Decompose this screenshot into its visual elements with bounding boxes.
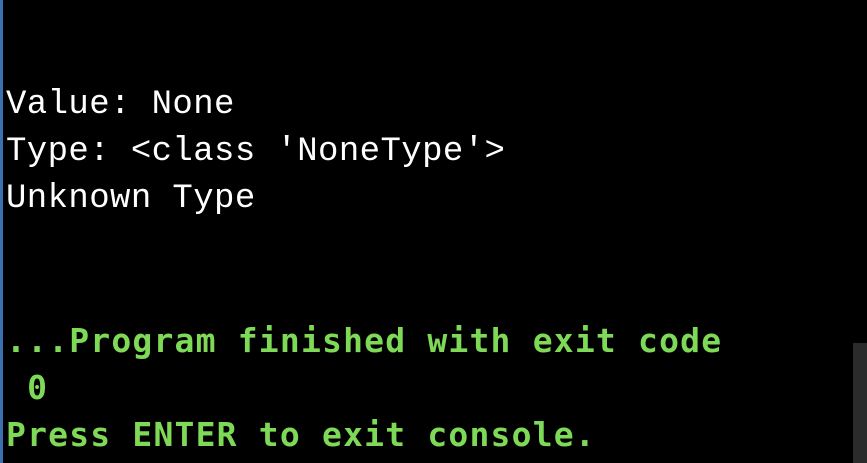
vertical-scrollbar[interactable] (853, 0, 867, 463)
output-line-type: Type: <class 'NoneType'> (6, 133, 506, 171)
window-left-border (0, 0, 3, 463)
exit-code-value: 0 (6, 368, 49, 407)
output-line-unknown-type: Unknown Type (6, 180, 256, 218)
scrollbar-thumb[interactable] (853, 343, 867, 463)
program-finished-message: ...Program finished with exit code (6, 321, 723, 360)
output-line-value: Value: None (6, 86, 235, 124)
press-enter-prompt: Press ENTER to exit console. (6, 415, 596, 454)
console-window[interactable]: Value: None Type: <class 'NoneType'> Unk… (0, 0, 867, 463)
